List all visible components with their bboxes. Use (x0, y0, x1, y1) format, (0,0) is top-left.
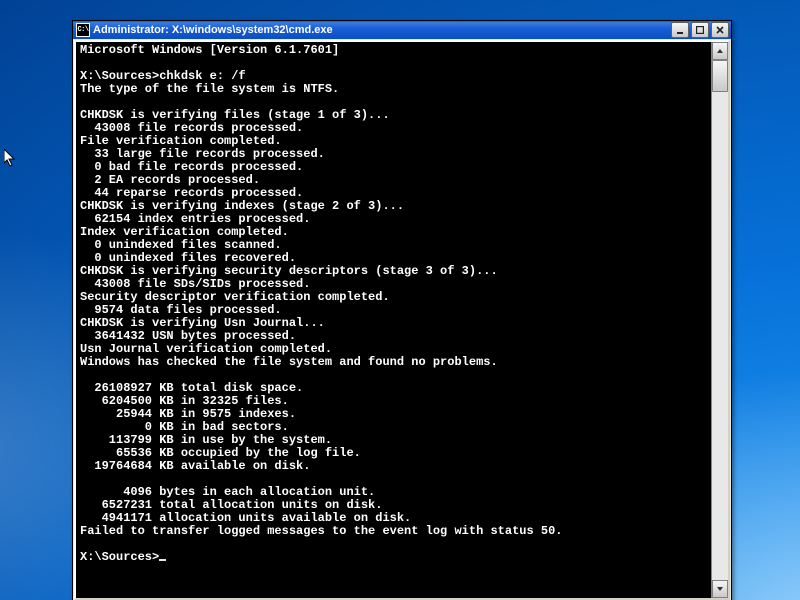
minimize-button[interactable] (671, 22, 689, 38)
window-title: Administrator: X:\windows\system32\cmd.e… (93, 24, 671, 36)
console-prompt-current[interactable]: X:\Sources> (80, 551, 711, 564)
scroll-track[interactable] (712, 60, 728, 580)
mouse-cursor-icon (4, 149, 17, 168)
scroll-up-button[interactable] (712, 42, 728, 60)
console-output[interactable]: Microsoft Windows [Version 6.1.7601] X:\S… (76, 42, 711, 598)
desktop-background: C:\ Administrator: X:\windows\system32\c… (0, 0, 800, 600)
console-line: Microsoft Windows [Version 6.1.7601] (80, 44, 711, 57)
cmd-icon: C:\ (76, 23, 90, 37)
console-line: Windows has checked the file system and … (80, 356, 711, 369)
console-line: 19764684 KB available on disk. (80, 460, 711, 473)
console-line: The type of the file system is NTFS. (80, 83, 711, 96)
cmd-window: C:\ Administrator: X:\windows\system32\c… (72, 20, 732, 600)
scroll-thumb[interactable] (712, 60, 728, 92)
console-line: Failed to transfer logged messages to th… (80, 525, 711, 538)
text-caret (159, 559, 166, 561)
vertical-scrollbar[interactable] (711, 42, 728, 598)
close-button[interactable] (711, 22, 729, 38)
titlebar[interactable]: C:\ Administrator: X:\windows\system32\c… (73, 21, 731, 39)
maximize-button[interactable] (691, 22, 709, 38)
console-line (80, 538, 711, 551)
scroll-down-button[interactable] (712, 580, 728, 598)
client-area: Microsoft Windows [Version 6.1.7601] X:\S… (74, 40, 730, 600)
